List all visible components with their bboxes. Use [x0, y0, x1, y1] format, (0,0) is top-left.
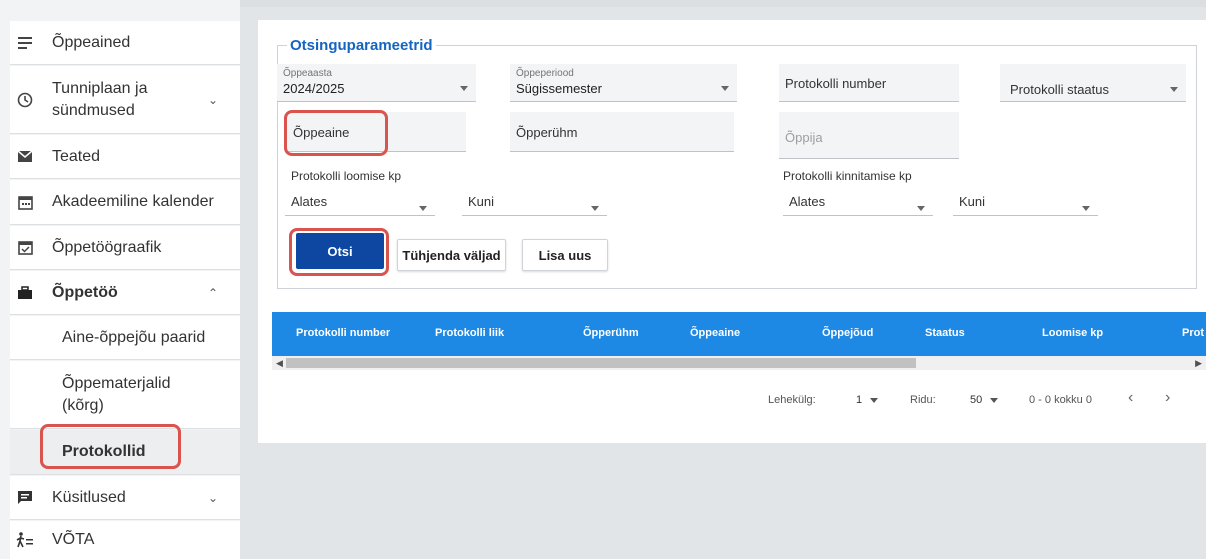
sidebar-item-label: Akadeemiline kalender — [52, 193, 214, 210]
oppija-input[interactable]: Õppija — [779, 112, 959, 159]
list-icon — [10, 36, 40, 50]
mail-icon — [10, 150, 40, 163]
column-opperuhm[interactable]: Õpperühm — [583, 327, 639, 339]
kinnitamise-kp-label: Protokolli kinnitamise kp — [783, 169, 912, 183]
column-protokolli-liik[interactable]: Protokolli liik — [435, 327, 504, 339]
sidebar-item-oppetoo[interactable]: Õppetöö ⌃ — [10, 271, 240, 315]
range-text: 0 - 0 kokku 0 — [1029, 394, 1092, 406]
chevron-down-icon[interactable]: ⌄ — [208, 491, 218, 505]
table-header: Protokolli number Protokolli liik Õpperü… — [272, 312, 1206, 356]
sidebar-item-label: Õppematerjalid (kõrg) — [62, 374, 171, 414]
oppeaasta-select[interactable]: Õppeaasta 2024/2025 — [277, 64, 476, 102]
sidebar-item-label: Tunniplaan ja sündmused — [52, 79, 148, 119]
sidebar: Õppeained Tunniplaan ja sündmused ⌄ Teat… — [0, 0, 240, 559]
page-label: Lehekülg: — [768, 394, 816, 406]
oppeaasta-label: Õppeaasta — [283, 68, 332, 79]
protokolli-staatus-placeholder: Protokolli staatus — [1010, 82, 1109, 97]
calendar-icon — [10, 195, 40, 210]
horizontal-scrollbar[interactable]: ◀ ▶ — [272, 356, 1206, 370]
search-legend: Otsinguparameetrid — [287, 37, 436, 54]
sidebar-item-label: Õppetöö — [52, 283, 118, 301]
dropdown-arrow-icon — [721, 86, 729, 91]
loomise-kuni-select[interactable]: Kuni — [462, 188, 607, 216]
oppeperiood-select[interactable]: Õppeperiood Sügissemester — [510, 64, 737, 102]
scrollbar-thumb[interactable] — [286, 358, 916, 368]
briefcase-icon — [10, 285, 40, 300]
loomise-kp-label: Protokolli loomise kp — [291, 169, 402, 183]
chevron-up-icon[interactable]: ⌃ — [208, 286, 218, 300]
dropdown-arrow-icon — [1082, 206, 1090, 211]
next-page-icon[interactable]: › — [1165, 389, 1170, 407]
dropdown-arrow-icon — [419, 206, 427, 211]
loomise-alates-select[interactable]: Alates — [285, 188, 435, 216]
oppija-placeholder: Õppija — [785, 130, 823, 145]
oppeaasta-value: 2024/2025 — [283, 81, 345, 96]
walking-icon — [10, 532, 40, 548]
highlight-protokollid — [40, 424, 181, 469]
sidebar-item-label: Õppetöögraafik — [52, 238, 162, 256]
sidebar-item-label: Õppeained — [52, 33, 131, 51]
search-card: Otsinguparameetrid Õppeaasta 2024/2025 Õ… — [258, 20, 1206, 443]
kinnitamise-alates-select[interactable]: Alates — [783, 188, 933, 216]
sidebar-item-teated[interactable]: Teated — [10, 135, 240, 179]
clock-icon — [10, 92, 40, 108]
kinnitamise-kuni-value: Kuni — [959, 194, 986, 209]
page-value: 1 — [856, 394, 863, 406]
loomise-kuni-value: Kuni — [468, 194, 495, 209]
dropdown-arrow-icon — [460, 86, 468, 91]
opperuhm-input[interactable]: Õpperühm — [510, 112, 734, 152]
page-select[interactable]: 1 — [856, 394, 879, 406]
protokolli-number-input[interactable]: Protokolli number — [779, 64, 959, 102]
column-loomise-kp[interactable]: Loomise kp — [1042, 327, 1103, 339]
sidebar-item-label: Aine-õppejõu paarid — [62, 328, 206, 346]
sidebar-item-label: VÕTA — [52, 531, 95, 548]
sidebar-item-tunniplaan[interactable]: Tunniplaan ja sündmused ⌄ — [10, 66, 240, 134]
kinnitamise-kuni-select[interactable]: Kuni — [953, 188, 1098, 216]
loomise-alates-value: Alates — [291, 194, 328, 209]
chevron-down-icon[interactable]: ⌄ — [208, 93, 218, 107]
column-oppeaine[interactable]: Õppeaine — [690, 327, 740, 339]
dropdown-arrow-icon — [917, 206, 925, 211]
sidebar-item-oppetoograafik[interactable]: Õppetöögraafik — [10, 226, 240, 270]
sidebar-item-vota[interactable]: VÕTA — [10, 521, 240, 559]
rows-value: 50 — [970, 394, 983, 406]
sidebar-item-oppeained[interactable]: Õppeained — [10, 21, 240, 65]
oppeperiood-value: Sügissemester — [516, 81, 602, 96]
column-staatus[interactable]: Staatus — [925, 327, 965, 339]
survey-icon — [10, 490, 40, 505]
dropdown-arrow-icon — [1170, 87, 1178, 92]
kinnitamise-alates-value: Alates — [789, 194, 826, 209]
scroll-right-icon[interactable]: ▶ — [1195, 358, 1202, 369]
add-new-button[interactable]: Lisa uus — [522, 239, 608, 271]
dropdown-arrow-icon — [591, 206, 599, 211]
scroll-left-icon[interactable]: ◀ — [276, 358, 283, 369]
opperuhm-placeholder: Õpperühm — [516, 125, 578, 140]
previous-page-icon[interactable]: ‹ — [1128, 389, 1133, 407]
sidebar-item-label: Teated — [52, 147, 101, 165]
protokolli-number-placeholder: Protokolli number — [785, 76, 887, 91]
sidebar-item-oppematerjalid[interactable]: Õppematerjalid (kõrg) — [10, 361, 240, 429]
rows-select[interactable]: 50 — [970, 394, 999, 406]
oppeperiood-label: Õppeperiood — [516, 68, 574, 79]
dropdown-arrow-icon — [870, 397, 879, 403]
dropdown-arrow-icon — [990, 397, 999, 403]
rows-label: Ridu: — [910, 394, 936, 406]
sidebar-item-aine-oppejou-paarid[interactable]: Aine-õppejõu paarid — [10, 316, 240, 360]
column-protokolli-number[interactable]: Protokolli number — [296, 327, 390, 339]
protokolli-staatus-select[interactable]: Protokolli staatus — [1000, 64, 1186, 102]
sidebar-item-akadeemiline-kalender[interactable]: Akadeemiline kalender — [10, 180, 240, 225]
sidebar-item-label: Küsitlused — [52, 488, 126, 506]
highlight-otsi — [289, 228, 389, 276]
column-prot[interactable]: Prot — [1182, 327, 1204, 339]
sidebar-item-kusitlused[interactable]: Küsitlused ⌄ — [10, 476, 240, 520]
calendar-check-icon — [10, 240, 40, 255]
clear-fields-button[interactable]: Tühjenda väljad — [397, 239, 506, 271]
column-oppejoud[interactable]: Õppejõud — [822, 327, 873, 339]
highlight-oppeaine — [284, 110, 388, 156]
